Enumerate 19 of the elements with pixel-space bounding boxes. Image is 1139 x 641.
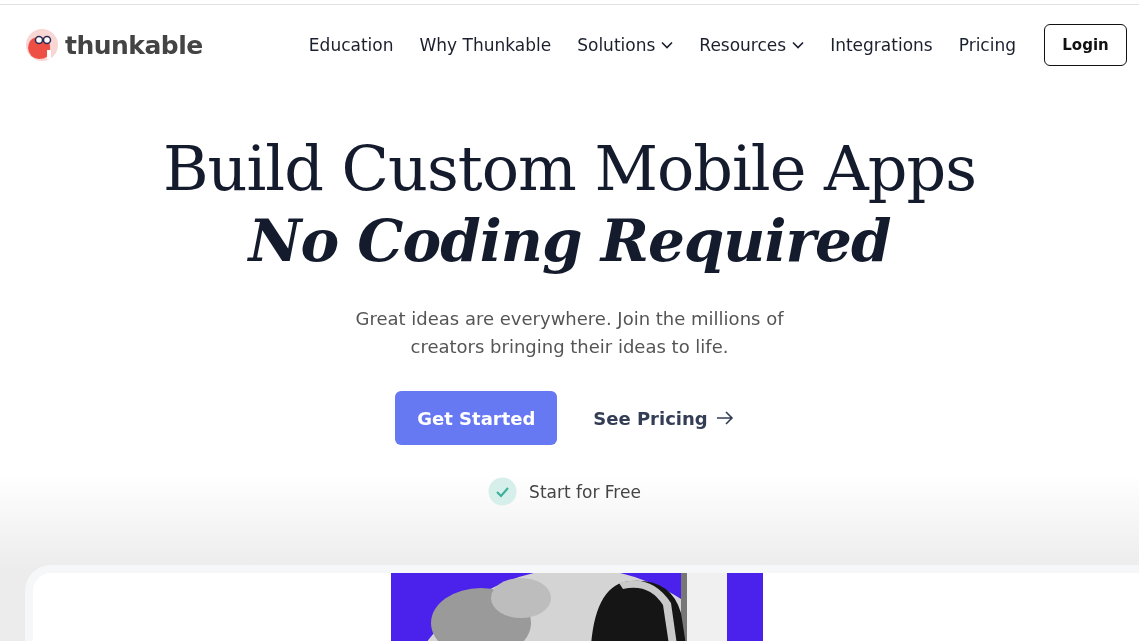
nav-link[interactable]: Resources	[699, 35, 805, 55]
chevron-down-icon	[792, 41, 805, 49]
nav-link[interactable]: Why Thunkable	[419, 35, 552, 55]
logo-text[interactable]: thunkable	[65, 30, 203, 60]
check-icon	[488, 477, 518, 506]
nav-link[interactable]: Education	[308, 35, 394, 55]
start-free-note: Start for Free	[529, 481, 641, 502]
mascot-icon	[25, 28, 59, 62]
get-started-button[interactable]: Get Started	[395, 391, 558, 445]
login-button[interactable]: Login	[1044, 24, 1127, 66]
nav-link[interactable]: Solutions	[577, 35, 674, 55]
nav-link[interactable]: Integrations	[830, 35, 933, 55]
hero-title: Build Custom Mobile Apps	[163, 133, 976, 205]
arrow-right-icon	[715, 410, 734, 426]
hero-subtitle: Great ideas are everywhere. Join the millions of creators bringing their ideas to life.	[354, 307, 785, 359]
chevron-down-icon	[661, 41, 674, 49]
nav-link[interactable]: Pricing	[958, 35, 1016, 55]
see-pricing-link[interactable]: See Pricing	[593, 407, 734, 429]
hero-title: No Coding Required	[248, 206, 891, 277]
